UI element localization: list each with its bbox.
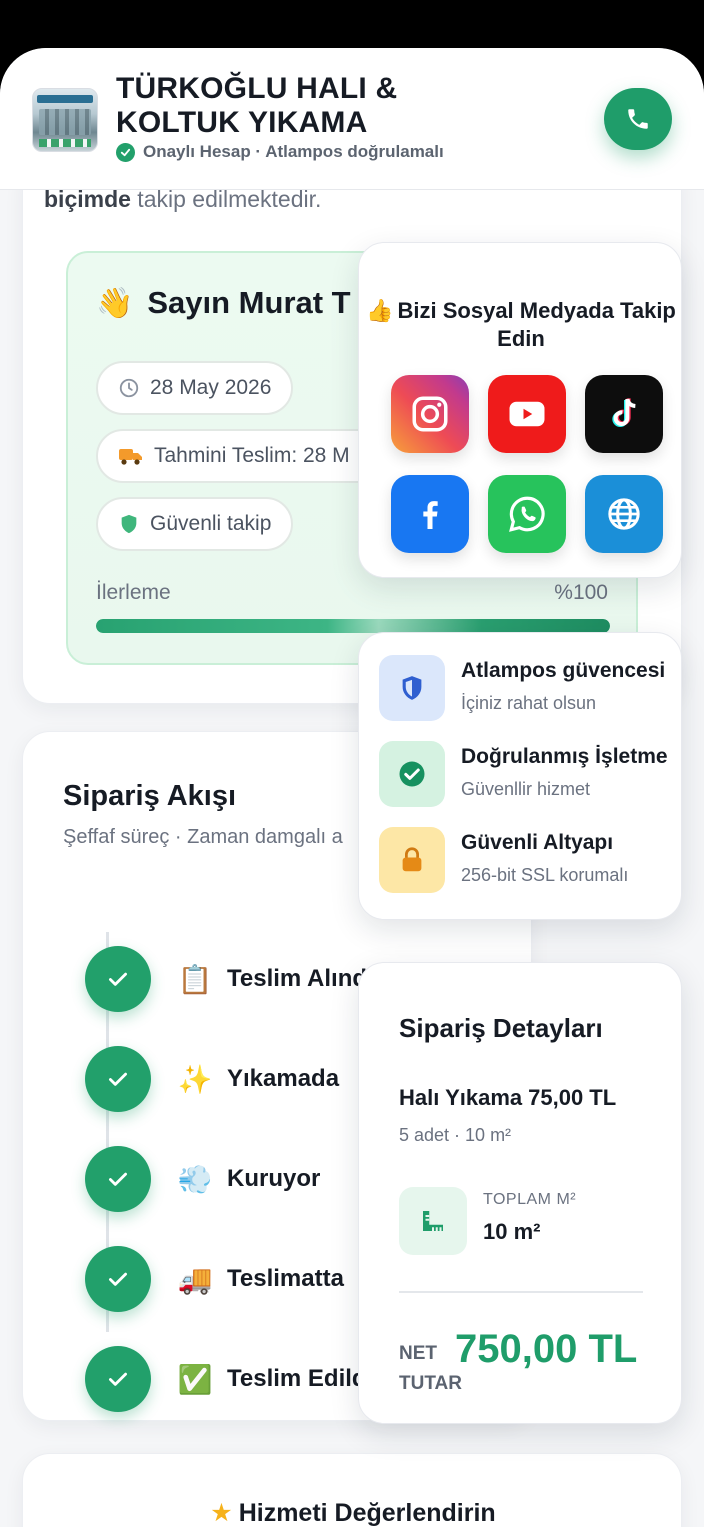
shop-name: TÜRKOĞLU HALI & KOLTUK YIKAMA (116, 72, 398, 139)
total-m2-value: 10 m² (483, 1219, 541, 1244)
step-label: Teslim Edild (227, 1365, 367, 1392)
call-button[interactable] (604, 88, 672, 150)
thumbs-up-icon: 👍 (366, 298, 394, 323)
tiktok-button[interactable] (585, 375, 663, 453)
shield-icon (121, 514, 137, 534)
line-item-name: Halı Yıkama (399, 1085, 523, 1110)
clock-icon (119, 378, 139, 398)
youtube-icon (509, 401, 545, 427)
facebook-button[interactable] (391, 475, 469, 553)
trust-subtitle: İçiniz rahat olsun (461, 693, 597, 713)
step-label: Teslimatta (227, 1265, 344, 1292)
verified-check-icon (116, 142, 135, 162)
flow-step: 💨 Kuruyor (85, 1146, 320, 1212)
step-check-icon (85, 1046, 151, 1112)
sparkles-icon: ✨ (177, 1063, 213, 1095)
total-m2-label: TOPLAM M² (483, 1191, 577, 1208)
globe-icon (608, 498, 640, 530)
intro-text: biçimde takip edilmektedir. (44, 186, 322, 212)
progress-fill (96, 619, 610, 633)
flow-title: Sipariş Akışı (63, 780, 237, 812)
shield-icon (379, 655, 445, 721)
clipboard-icon: 📋 (177, 963, 213, 995)
youtube-button[interactable] (488, 375, 566, 453)
verified-text: Onaylı Hesap · Atlampos doğrulamalı (143, 142, 444, 161)
social-media-panel: 👍 Bizi Sosyal Medyada Takip Edin (358, 242, 682, 578)
delivery-truck-icon: 🚚 (177, 1263, 213, 1295)
flow-step: 🚚 Teslimatta (85, 1246, 344, 1312)
trust-item: Atlampos güvencesi İçiniz rahat olsun (379, 655, 679, 723)
facebook-icon (423, 501, 438, 529)
trust-subtitle: 256-bit SSL korumalı (461, 865, 629, 885)
whatsapp-button[interactable] (488, 475, 566, 553)
trust-title: Atlampos güvencesi (461, 659, 666, 682)
trust-item: Güvenli Altyapı 256-bit SSL korumalı (379, 827, 679, 895)
tiktok-icon (612, 398, 636, 427)
app-screen: TÜRKOĞLU HALI & KOLTUK YIKAMA Onaylı Hes… (0, 48, 704, 1527)
social-title: 👍 Bizi Sosyal Medyada Takip Edin (366, 298, 676, 351)
flow-step: 📋 Teslim Alındı (85, 946, 374, 1012)
secure-pill: Güvenli takip (96, 497, 294, 551)
instagram-icon (412, 396, 448, 432)
flow-subtitle: Şeffaf süreç · Zaman damgalı a (63, 826, 343, 848)
trust-title: Güvenli Altyapı (461, 831, 614, 854)
divider (399, 1291, 643, 1293)
step-label: Teslim Alındı (227, 965, 374, 992)
step-check-icon (85, 1346, 151, 1412)
rating-title: ★ Hizmeti Değerlendirin (210, 1499, 496, 1527)
progress-value: %100 (554, 581, 608, 604)
rating-card: ★ Hizmeti Değerlendirin (22, 1453, 682, 1527)
shop-logo (32, 88, 98, 152)
shop-header: TÜRKOĞLU HALI & KOLTUK YIKAMA Onaylı Hes… (0, 48, 704, 190)
step-check-icon (85, 1246, 151, 1312)
whatsapp-icon (509, 496, 545, 532)
step-label: Yıkamada (227, 1065, 340, 1092)
lock-icon (379, 827, 445, 893)
step-check-icon (85, 946, 151, 1012)
line-item-meta: 5 adet · 10 m² (399, 1125, 512, 1145)
trust-title: Doğrulanmış İşletme (461, 745, 668, 768)
website-button[interactable] (585, 475, 663, 553)
date-pill: 28 May 2026 (96, 361, 294, 415)
step-label: Kuruyor (227, 1165, 321, 1192)
waving-hand-icon: 👋 (96, 286, 134, 320)
trust-item: Doğrulanmış İşletme Güvenllir hizmet (379, 741, 679, 809)
order-details-panel: Sipariş Detayları Halı Yıkama 75,00 TL 5 … (358, 962, 682, 1424)
phone-icon (628, 109, 648, 129)
trust-panel: Atlampos güvencesi İçiniz rahat olsun Do… (358, 632, 682, 920)
line-item-price: 75,00 TL (528, 1085, 617, 1110)
trust-subtitle: Güvenllir hizmet (461, 779, 591, 799)
check-mark-icon: ✅ (177, 1363, 213, 1395)
verified-check-icon (379, 741, 445, 807)
details-title: Sipariş Detayları (399, 1013, 603, 1043)
truck-icon (119, 449, 142, 465)
step-check-icon (85, 1146, 151, 1212)
instagram-button[interactable] (391, 375, 469, 453)
progress-bar (96, 619, 610, 633)
ruler-icon (399, 1187, 467, 1255)
wind-icon: 💨 (177, 1163, 213, 1195)
star-icon: ★ (210, 1499, 233, 1527)
flow-step: ✅ Teslim Edild (85, 1346, 367, 1412)
progress-label: İlerleme (96, 581, 171, 604)
flow-step: ✨ Yıkamada (85, 1046, 339, 1112)
line-item: Halı Yıkama 75,00 TL (399, 1085, 616, 1111)
net-total-value: 750,00 TL (455, 1327, 638, 1371)
verified-badge: Onaylı Hesap · Atlampos doğrulamalı (116, 142, 444, 162)
greeting-title: 👋 Sayın Murat T (96, 285, 351, 320)
